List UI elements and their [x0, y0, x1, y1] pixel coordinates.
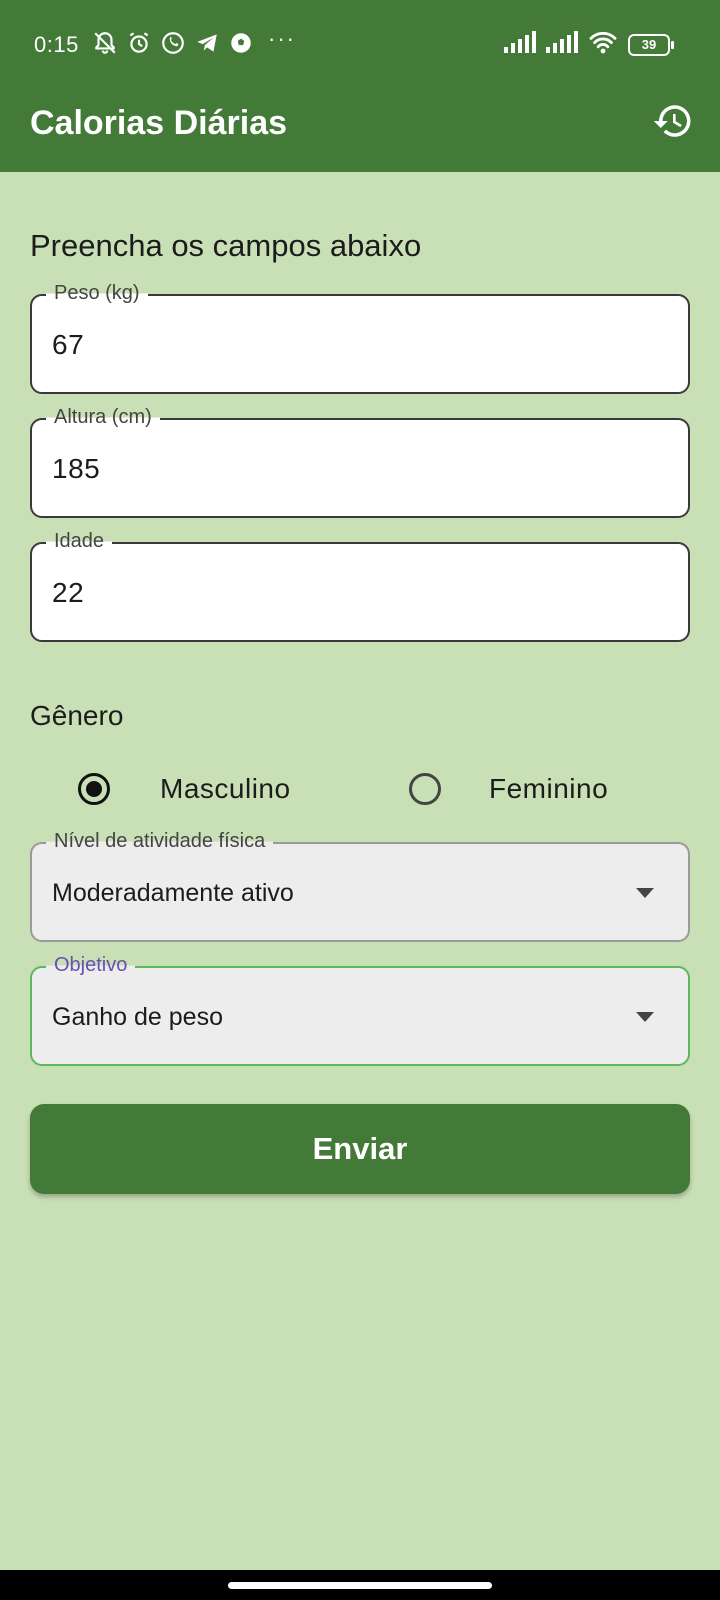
- goal-value: Ganho de peso: [52, 1003, 223, 1031]
- age-label: Idade: [46, 530, 113, 553]
- radio-feminino[interactable]: Feminino: [409, 764, 608, 814]
- navigation-bar: [0, 1570, 720, 1600]
- app-bar: Calorias Diárias: [0, 88, 720, 172]
- signal-icon: [504, 31, 536, 58]
- age-field[interactable]: Idade 22: [30, 530, 690, 642]
- activity-label: Nível de atividade física: [46, 830, 274, 853]
- status-bar: 0:15 ··· 39: [0, 0, 720, 88]
- dropdown-arrow-icon: [636, 888, 654, 898]
- soccer-ball-icon: [228, 30, 254, 56]
- weight-field[interactable]: Peso (kg) 67: [30, 282, 690, 394]
- status-time: 0:15: [34, 32, 79, 57]
- more-notifications-indicator: ···: [268, 26, 296, 51]
- radio-masculino[interactable]: Masculino: [78, 764, 291, 814]
- height-label: Altura (cm): [46, 406, 160, 429]
- dropdown-arrow-icon: [636, 1012, 654, 1022]
- battery-icon: 39: [628, 33, 674, 56]
- radio-selected-icon[interactable]: [78, 773, 110, 805]
- submit-button[interactable]: Enviar: [30, 1104, 690, 1194]
- radio-unselected-icon[interactable]: [409, 773, 441, 805]
- home-indicator[interactable]: [228, 1582, 492, 1589]
- goal-dropdown[interactable]: Objetivo Ganho de peso: [30, 954, 690, 1066]
- whatsapp-icon: [160, 30, 186, 56]
- weight-value[interactable]: 67: [52, 329, 84, 361]
- activity-value: Moderadamente ativo: [52, 879, 294, 907]
- gender-label: Gênero: [30, 700, 124, 731]
- wifi-icon: [588, 30, 618, 59]
- radio-label-feminino: Feminino: [489, 773, 609, 804]
- muted-bell-icon: [92, 30, 118, 56]
- app-title: Calorias Diárias: [30, 104, 288, 142]
- history-button[interactable]: [648, 98, 698, 148]
- weight-label: Peso (kg): [46, 282, 148, 305]
- goal-label: Objetivo: [46, 954, 136, 977]
- telegram-icon: [194, 30, 220, 56]
- system-icons: 39: [504, 30, 674, 59]
- signal-icon: [546, 31, 578, 58]
- history-icon: [652, 100, 694, 147]
- height-field[interactable]: Altura (cm) 185: [30, 406, 690, 518]
- alarm-icon: [126, 30, 152, 56]
- form-heading: Preencha os campos abaixo: [30, 228, 422, 263]
- height-value[interactable]: 185: [52, 453, 100, 485]
- notification-icons: [92, 30, 254, 56]
- age-value[interactable]: 22: [52, 577, 84, 609]
- activity-dropdown[interactable]: Nível de atividade física Moderadamente …: [30, 830, 690, 942]
- radio-label-masculino: Masculino: [160, 773, 291, 804]
